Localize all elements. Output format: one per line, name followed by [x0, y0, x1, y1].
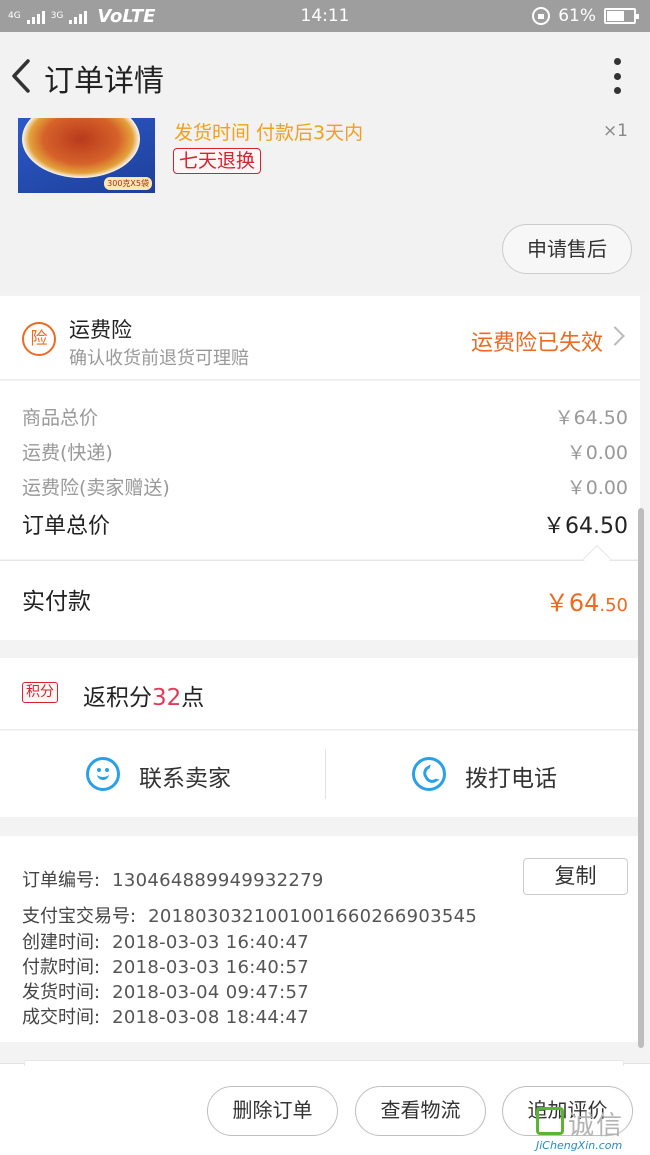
battery-percent: 61%: [558, 6, 596, 26]
order-info-row: 支付宝交易号: 2018030321001001660266903545: [22, 902, 477, 928]
product-quantity: ×1: [602, 121, 628, 141]
info-label: 付款时间:: [22, 957, 101, 978]
points-suffix: 点: [181, 685, 205, 711]
insurance-status: 运费险已失效: [470, 331, 603, 356]
info-value: 2018030321001001660266903545: [148, 906, 478, 927]
product-thumbnail[interactable]: 300克X5袋: [18, 118, 155, 193]
phone-icon: [412, 757, 446, 791]
contact-seller-button[interactable]: 联系卖家: [0, 731, 320, 817]
info-label: 创建时间:: [22, 932, 101, 953]
ship-time: 发货时间 付款后3天内: [174, 122, 364, 144]
delete-order-button[interactable]: 删除订单: [207, 1086, 338, 1136]
battery-icon: [604, 8, 639, 24]
actual-payment-row: 实付款 ￥64.50: [0, 544, 640, 640]
order-info: 复制 订单编号: 130464889949932279 支付宝交易号: 201803…: [0, 836, 640, 1042]
rotation-lock-icon: [532, 7, 551, 25]
watermark-cn: 诚信: [568, 1111, 625, 1141]
page-title: 订单详情: [44, 64, 164, 99]
thumbnail-tag: 300克X5袋: [104, 177, 152, 190]
chevron-left-icon[interactable]: [6, 58, 36, 94]
contact-section: 联系卖家 拨打电话: [0, 731, 640, 817]
watermark-en: JiChengXin.com: [536, 1139, 623, 1152]
scrollbar[interactable]: [638, 508, 644, 1048]
points-prefix: 返积分: [83, 685, 152, 711]
actual-payment-amount: ￥64.50: [545, 583, 628, 618]
noodle-bowl-image: [22, 118, 140, 178]
info-label: 成交时间:: [22, 1007, 101, 1028]
price-row: 商品总价 ￥64.50: [22, 403, 628, 430]
next-card-edge: [24, 1060, 624, 1066]
points-row: 积分 返积分32点: [0, 658, 640, 730]
order-info-row: 发货时间: 2018-03-04 09:47:57: [22, 978, 309, 1004]
price-row: 运费(快递) ￥0.00: [22, 438, 628, 465]
call-phone-button[interactable]: 拨打电话: [326, 731, 646, 817]
order-total-row: 订单总价 ￥64.50: [22, 508, 628, 540]
freight-insurance-row[interactable]: 险 运费险 确认收货前退货可理赔 运费险已失效: [0, 296, 640, 380]
price-row: 运费险(卖家赠送) ￥0.00: [22, 473, 628, 500]
price-label: 运费险(卖家赠送): [22, 477, 170, 499]
return-badge: 七天退换: [173, 148, 262, 174]
order-info-row: 成交时间: 2018-03-08 18:44:47: [22, 1003, 309, 1029]
payment-amount-dec: .50: [599, 595, 628, 616]
info-value: 2018-03-04 09:47:57: [112, 982, 309, 1003]
order-info-row: 订单编号: 130464889949932279: [22, 866, 324, 892]
order-total-label: 订单总价: [22, 514, 111, 539]
call-phone-label: 拨打电话: [465, 766, 557, 792]
points-number: 32: [152, 685, 182, 711]
info-value: 2018-03-03 16:40:47: [112, 932, 309, 953]
insurance-name: 运费险: [69, 318, 132, 342]
insurance-description: 确认收货前退货可理赔: [69, 348, 249, 369]
product-section: 300克X5袋 发货时间 付款后3天内 七天退换 ×1 申请售后: [0, 118, 650, 294]
status-bar: 4G 3G VoLTE 14:11 61%: [0, 0, 650, 32]
insurance-icon: 险: [22, 322, 56, 356]
payment-currency: ￥: [544, 589, 569, 617]
info-value: 2018-03-03 16:40:57: [112, 957, 309, 978]
info-value: 2018-03-08 18:44:47: [112, 1007, 309, 1028]
info-value: 130464889949932279: [112, 870, 324, 891]
after-sales-button[interactable]: 申请售后: [502, 224, 632, 274]
copy-button[interactable]: 复制: [523, 858, 628, 895]
order-info-row: 创建时间: 2018-03-03 16:40:47: [22, 928, 309, 954]
price-value: ￥0.00: [566, 477, 628, 499]
info-label: 发货时间:: [22, 982, 101, 1003]
price-label: 运费(快递): [22, 442, 113, 464]
price-label: 商品总价: [22, 407, 99, 429]
points-text: 返积分32点: [83, 678, 204, 712]
contact-seller-label: 联系卖家: [139, 766, 231, 792]
order-total-value: ￥64.50: [543, 514, 628, 539]
chevron-right-icon: [605, 326, 625, 346]
actual-payment-label: 实付款: [22, 589, 91, 615]
watermark-logo-icon: [536, 1107, 564, 1135]
order-info-row: 付款时间: 2018-03-03 16:40:57: [22, 953, 309, 979]
info-label: 支付宝交易号:: [22, 906, 137, 927]
watermark: 诚信 JiChengXin.com: [532, 1103, 650, 1155]
payment-amount-int: 64: [568, 589, 600, 617]
price-value: ￥0.00: [566, 442, 628, 464]
price-value: ￥64.50: [554, 407, 628, 429]
battery-fill: [607, 11, 625, 21]
price-breakdown: 商品总价 ￥64.50 运费(快递) ￥0.00 运费险(卖家赠送) ￥0.00…: [0, 381, 640, 559]
info-label: 订单编号:: [22, 870, 101, 891]
header: 订单详情: [0, 32, 650, 118]
more-vertical-icon[interactable]: [612, 58, 622, 94]
points-tag: 积分: [22, 682, 58, 703]
chat-smile-icon: [86, 757, 120, 791]
status-right: 61%: [532, 6, 639, 26]
view-logistics-button[interactable]: 查看物流: [355, 1086, 486, 1136]
